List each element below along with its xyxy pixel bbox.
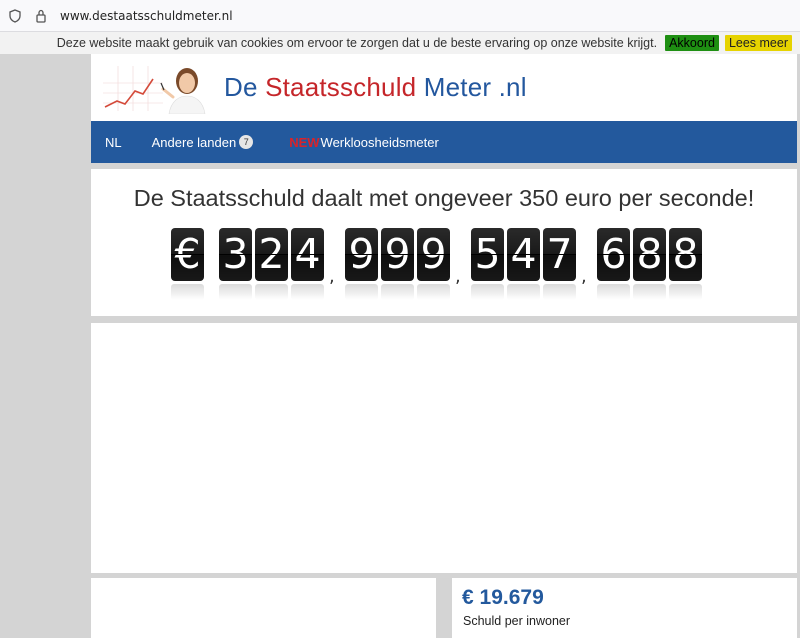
tile-reflection [543, 284, 576, 300]
count-badge: 7 [239, 135, 254, 149]
logo-image[interactable] [103, 61, 209, 115]
per-capita-label: Schuld per inwoner [463, 614, 571, 628]
debt-headline: De Staatsschuld daalt met ongeveer 350 e… [133, 185, 755, 211]
tile-reflection [171, 284, 204, 300]
counter-digit-tile: 9 [417, 228, 450, 281]
counter-digit-tile: 4 [291, 228, 324, 281]
site-header: De Staatsschuld Meter .nl [91, 54, 797, 121]
info-box-left [91, 578, 436, 638]
debt-counter-panel: De Staatsschuld daalt met ongeveer 350 e… [91, 169, 797, 316]
accept-cookies-button[interactable]: Akkoord [665, 35, 719, 51]
counter-digit-tile: 4 [507, 228, 540, 281]
main-nav: NL Andere landen 7 NEW Werkloosheidsmete… [91, 121, 797, 163]
read-more-button[interactable]: Lees meer [724, 35, 792, 51]
tile-reflection [219, 284, 252, 300]
tile-reflection [507, 284, 540, 300]
tile-reflection [597, 284, 630, 300]
browser-address-bar: www.destaatsschuldmeter.nl [0, 0, 800, 32]
counter-digit-tile: 9 [381, 228, 414, 281]
counter-digit-tile: 5 [471, 228, 504, 281]
tile-reflection [633, 284, 666, 300]
counter-digit-tile: 3 [219, 228, 252, 281]
counter-digit-tile: 8 [633, 228, 666, 281]
site-logo-title[interactable]: De Staatsschuld Meter .nl [224, 72, 527, 103]
tile-reflection [381, 284, 414, 300]
lock-icon[interactable] [34, 9, 48, 23]
logo-text-de: De [224, 72, 266, 102]
tile-reflection [471, 284, 504, 300]
digit-separator: , [455, 266, 461, 287]
per-capita-value: € 19.679 [462, 586, 544, 609]
tile-reflection [417, 284, 450, 300]
tile-reflection [255, 284, 288, 300]
logo-text-meter: Meter .nl [416, 72, 527, 102]
tile-reflection [669, 284, 702, 300]
shield-icon[interactable] [8, 8, 22, 23]
counter-digit-tile: 6 [597, 228, 630, 281]
nav-unemployment-label: Werkloosheidsmeter [320, 134, 439, 150]
tile-reflection [345, 284, 378, 300]
per-capita-box: € 19.679 Schuld per inwoner [452, 578, 797, 638]
url-field[interactable]: www.destaatsschuldmeter.nl [60, 9, 233, 23]
nav-item-nl[interactable]: NL [105, 135, 122, 150]
counter-digit-tile: 7 [543, 228, 576, 281]
nav-other-countries-label: Andere landen [151, 134, 237, 150]
counter-currency-tile: € [171, 228, 204, 281]
nav-nl-label: NL [105, 134, 122, 150]
digit-separator: , [329, 266, 335, 287]
counter-digit-tile: 2 [255, 228, 288, 281]
digit-separator: , [581, 266, 587, 287]
cookie-bar: Deze website maakt gebruik van cookies o… [0, 32, 800, 54]
nav-item-other-countries[interactable]: Andere landen 7 [152, 135, 254, 150]
cookie-message: Deze website maakt gebruik van cookies o… [56, 36, 658, 50]
new-tag: NEW [289, 134, 320, 150]
counter-digit-tile: 8 [669, 228, 702, 281]
counter-digit-tile: 9 [345, 228, 378, 281]
nav-item-unemployment-meter[interactable]: NEW Werkloosheidsmeter [289, 135, 439, 150]
advertisement-area [91, 323, 797, 573]
logo-text-staatsschuld: Staatsschuld [265, 72, 417, 102]
tile-reflection [291, 284, 324, 300]
